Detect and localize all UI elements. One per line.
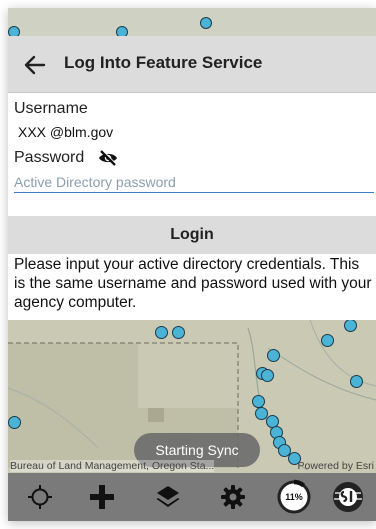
map-attribution: Bureau of Land Management, Oregon Sta... <box>10 460 215 472</box>
sync-progress-label: 11% <box>285 492 303 502</box>
esri-attribution[interactable]: Powered by Esri <box>298 460 374 472</box>
visibility-off-icon[interactable] <box>98 149 118 166</box>
dialog-title: Log Into Feature Service <box>64 53 263 72</box>
map-point[interactable] <box>261 369 274 382</box>
instructions-text: Please input your active directory crede… <box>14 256 372 311</box>
password-field[interactable] <box>14 172 374 193</box>
username-field[interactable] <box>18 124 358 140</box>
login-button[interactable]: Login <box>8 216 376 254</box>
map-point[interactable] <box>252 395 265 408</box>
map-point[interactable] <box>155 326 168 339</box>
map-point[interactable] <box>267 349 280 362</box>
layers-icon[interactable] <box>150 479 186 515</box>
map-point[interactable] <box>344 319 357 332</box>
location-target-icon[interactable] <box>22 479 58 515</box>
app-logo-icon[interactable] <box>330 479 366 515</box>
password-label: Password <box>14 149 85 166</box>
settings-icon[interactable] <box>215 479 251 515</box>
map-point[interactable] <box>321 334 334 347</box>
add-icon[interactable] <box>84 479 120 515</box>
app-screen: Starting Sync Bureau of Land Management,… <box>8 8 376 521</box>
device-frame: Starting Sync Bureau of Land Management,… <box>0 0 376 529</box>
map-point[interactable] <box>172 326 185 339</box>
sync-progress-indicator[interactable]: 11% <box>276 479 312 515</box>
dialog-header: Log Into Feature Service <box>8 36 376 93</box>
back-arrow-icon[interactable] <box>22 52 48 78</box>
bottom-toolbar: 11% <box>8 473 376 521</box>
map-point[interactable] <box>200 17 212 29</box>
username-label: Username <box>14 100 88 117</box>
map-point[interactable] <box>350 375 363 388</box>
login-dialog: Log Into Feature Service Username Passwo… <box>8 36 376 320</box>
map-point[interactable] <box>8 416 21 429</box>
